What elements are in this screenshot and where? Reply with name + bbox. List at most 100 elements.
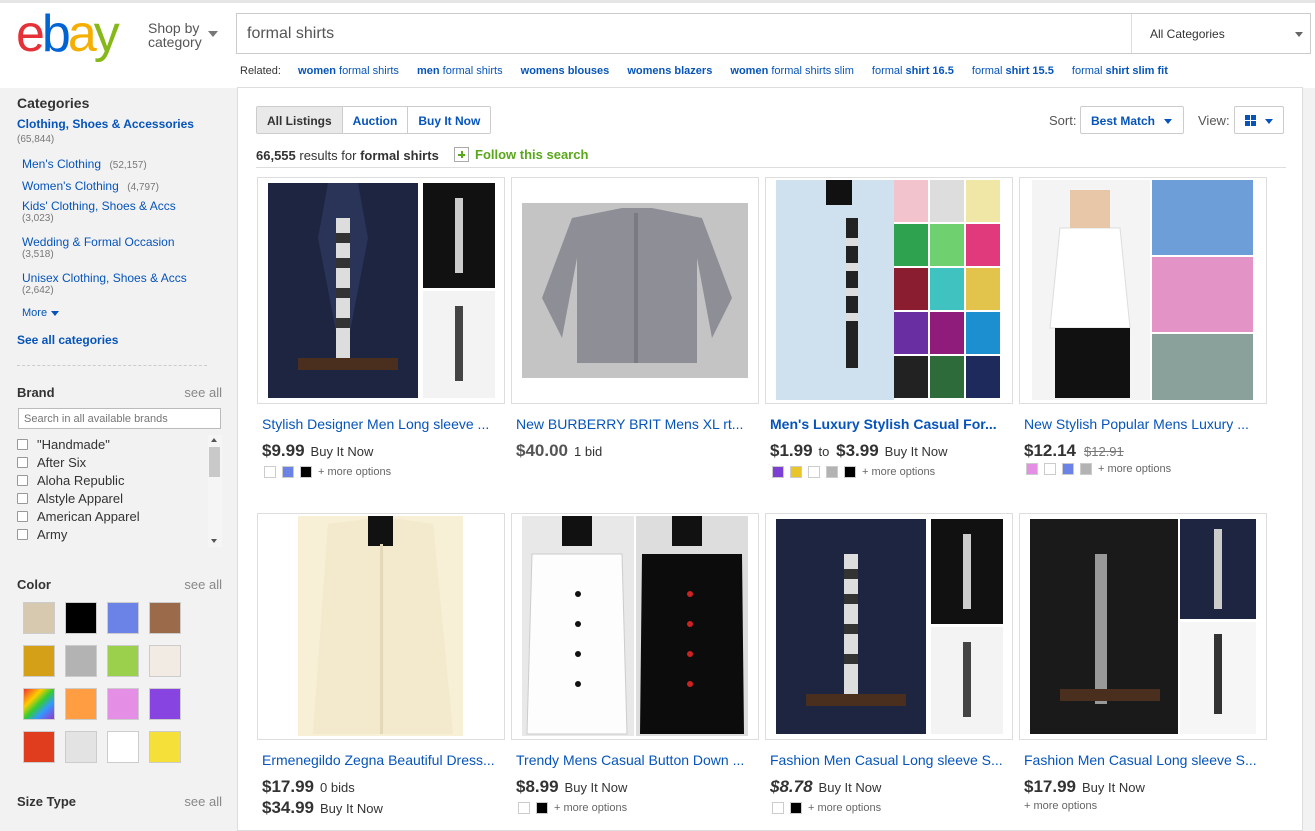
category-link[interactable]: Women's Clothing (22, 179, 119, 193)
more-categories-button[interactable]: More (22, 307, 60, 319)
scroll-thumb[interactable] (209, 447, 220, 477)
option-swatch[interactable] (790, 466, 802, 478)
related-link[interactable]: formal shirt slim fit (1072, 65, 1168, 77)
top-category-link[interactable]: Clothing, Shoes & Accessories (17, 117, 194, 131)
follow-search-button[interactable]: Follow this search (454, 147, 588, 162)
related-link[interactable]: womens blazers (627, 65, 712, 77)
brand-option[interactable]: After Six (17, 453, 222, 471)
brand-see-all-link[interactable]: see all (184, 385, 222, 400)
more-options-link[interactable]: + more options (808, 802, 881, 814)
option-swatch[interactable] (264, 466, 276, 478)
option-swatch[interactable] (1080, 463, 1092, 475)
color-swatch[interactable] (23, 731, 55, 763)
color-swatch[interactable] (149, 688, 181, 720)
option-swatch[interactable] (808, 466, 820, 478)
more-options-link[interactable]: + more options (318, 466, 391, 478)
listing-image[interactable] (511, 513, 759, 740)
brand-option[interactable]: Army (17, 525, 222, 543)
color-swatch[interactable] (107, 645, 139, 677)
category-link[interactable]: Wedding & Formal Occasion (22, 235, 175, 249)
listing-title[interactable]: Trendy Mens Casual Button Down ... (516, 752, 754, 768)
category-link[interactable]: Unisex Clothing, Shoes & Accs (22, 271, 187, 285)
checkbox[interactable] (17, 438, 28, 450)
more-options-link[interactable]: + more options (862, 466, 935, 478)
search-input[interactable] (237, 14, 1130, 53)
scroll-up-icon[interactable] (211, 438, 217, 442)
category-link[interactable]: Men's Clothing (22, 157, 101, 171)
listing-title[interactable]: Men's Luxury Stylish Casual For... (770, 416, 1008, 432)
color-swatch[interactable] (65, 645, 97, 677)
brand-scrollbar[interactable] (208, 435, 222, 547)
listing-title[interactable]: Ermenegildo Zegna Beautiful Dress... (262, 752, 500, 768)
more-options-link[interactable]: + more options (1024, 800, 1097, 812)
related-link[interactable]: womens blouses (521, 65, 610, 77)
color-swatch[interactable] (149, 645, 181, 677)
option-swatch[interactable] (790, 802, 802, 814)
option-swatch[interactable] (536, 802, 548, 814)
color-swatch[interactable] (65, 602, 97, 634)
tab-all-listings[interactable]: All Listings (257, 107, 343, 133)
related-link[interactable]: men formal shirts (417, 65, 503, 77)
color-swatch[interactable] (65, 731, 97, 763)
size-type-see-all-link[interactable]: see all (184, 794, 222, 809)
related-link[interactable]: women formal shirts (298, 65, 399, 77)
brand-option[interactable]: "Handmade" (17, 435, 222, 453)
option-swatch[interactable] (518, 802, 530, 814)
color-swatch[interactable] (107, 731, 139, 763)
option-swatch[interactable] (282, 466, 294, 478)
color-swatch[interactable] (23, 645, 55, 677)
brand-search-input[interactable] (18, 408, 221, 429)
related-link[interactable]: formal shirt 16.5 (872, 65, 954, 77)
listing-image[interactable] (1019, 177, 1267, 404)
color-swatch[interactable] (107, 602, 139, 634)
listing-title[interactable]: Stylish Designer Men Long sleeve ... (262, 416, 500, 432)
color-swatch[interactable] (23, 602, 55, 634)
listing-image[interactable] (511, 177, 759, 404)
checkbox[interactable] (17, 456, 28, 468)
color-swatch[interactable] (149, 602, 181, 634)
checkbox[interactable] (17, 510, 28, 522)
category-link[interactable]: Kids' Clothing, Shoes & Accs (22, 199, 176, 213)
listing-title[interactable]: Fashion Men Casual Long sleeve S... (770, 752, 1008, 768)
checkbox[interactable] (17, 474, 28, 486)
more-options-link[interactable]: + more options (1098, 463, 1171, 475)
shop-by-category-button[interactable]: Shop by category (148, 21, 218, 49)
see-all-categories-link[interactable]: See all categories (17, 333, 118, 347)
related-link[interactable]: formal shirt 15.5 (972, 65, 1054, 77)
option-swatch[interactable] (844, 466, 856, 478)
option-swatch[interactable] (1026, 463, 1038, 475)
tab-auction[interactable]: Auction (343, 107, 409, 133)
ebay-logo[interactable]: ebay (16, 8, 120, 60)
option-swatch[interactable] (772, 466, 784, 478)
listing-image[interactable] (765, 177, 1013, 404)
listing-image[interactable] (257, 177, 505, 404)
option-swatch[interactable] (826, 466, 838, 478)
listing-title[interactable]: New Stylish Popular Mens Luxury ... (1024, 416, 1262, 432)
color-swatch[interactable] (65, 688, 97, 720)
color-see-all-link[interactable]: see all (184, 577, 222, 592)
sort-dropdown[interactable]: Best Match (1080, 106, 1184, 134)
brand-option[interactable]: Alstyle Apparel (17, 489, 222, 507)
category-select[interactable]: All Categories (1131, 14, 1311, 53)
brand-option[interactable]: American Apparel (17, 507, 222, 525)
color-swatch[interactable] (107, 688, 139, 720)
listing-title[interactable]: Fashion Men Casual Long sleeve S... (1024, 752, 1262, 768)
listing-image[interactable] (257, 513, 505, 740)
listing-image[interactable] (765, 513, 1013, 740)
tab-buy-it-now[interactable]: Buy It Now (408, 107, 490, 133)
brand-option[interactable]: Aloha Republic (17, 471, 222, 489)
listing-image[interactable] (1019, 513, 1267, 740)
checkbox[interactable] (17, 528, 28, 540)
view-dropdown[interactable] (1234, 106, 1284, 134)
color-swatch[interactable] (149, 731, 181, 763)
checkbox[interactable] (17, 492, 28, 504)
color-swatch-multicolor[interactable] (23, 688, 55, 720)
more-options-link[interactable]: + more options (554, 802, 627, 814)
listing-title[interactable]: New BURBERRY BRIT Mens XL rt... (516, 416, 754, 432)
scroll-down-icon[interactable] (211, 539, 217, 543)
option-swatch[interactable] (1044, 463, 1056, 475)
option-swatch[interactable] (772, 802, 784, 814)
related-link[interactable]: women formal shirts slim (730, 65, 853, 77)
option-swatch[interactable] (300, 466, 312, 478)
option-swatch[interactable] (1062, 463, 1074, 475)
